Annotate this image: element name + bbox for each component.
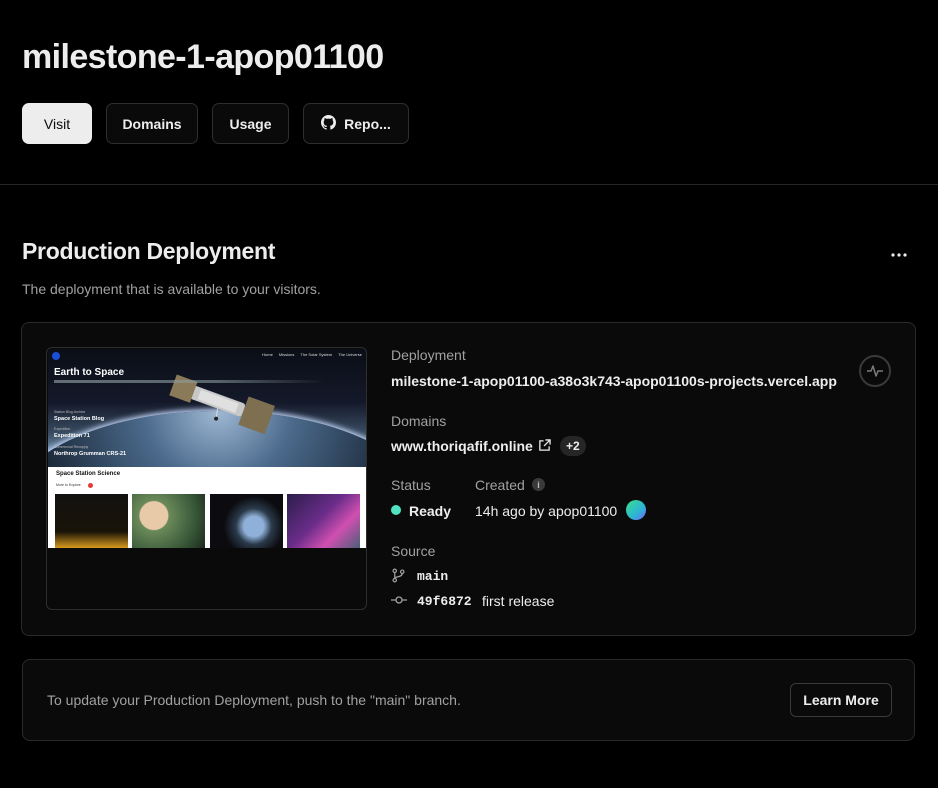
arrow-icon [88,483,93,488]
section-title: Production Deployment [22,238,276,264]
domain-link[interactable]: www.thoriqafif.online [391,438,533,454]
visit-button[interactable]: Visit [22,103,92,144]
update-notice: To update your Production Deployment, pu… [22,659,915,741]
science-thumbnail [55,494,128,548]
site-link: Expedition 71 [54,433,90,439]
science-thumbnail [132,494,205,548]
site-link-kicker: Station Blog Archive [54,410,86,414]
site-nav: Home Missions The Solar System The Unive… [262,352,362,357]
created-value: 14h ago by apop01100 [475,503,618,519]
ellipsis-icon[interactable] [885,243,913,267]
site-link-kicker: Commercial Resupply [54,445,89,449]
production-deployment-card: Home Missions The Solar System The Unive… [21,322,916,636]
site-science-section: Space Station Science More to Explore [48,467,366,548]
status-value: Ready [409,503,452,519]
repo-button-label: Repo... [344,115,391,132]
science-heading: Space Station Science [56,471,121,477]
site-nav-item: The Solar System [300,352,333,357]
site-nav-item: The Universe [338,352,362,357]
site-link: Northrop Grumman CRS-21 [54,451,127,457]
avatar[interactable] [626,500,646,520]
science-thumbnail [287,494,360,548]
commit-message: first release [482,593,555,609]
project-title: milestone-1-apop01100 [22,38,384,76]
source-label: Source [391,543,436,559]
github-icon [321,114,337,133]
header-divider [0,184,938,185]
deployment-label: Deployment [391,347,466,363]
info-icon[interactable]: i [532,478,545,491]
site-screenshot: Home Missions The Solar System The Unive… [48,349,366,548]
status-label: Status [391,477,431,493]
created-label: Created [475,477,525,493]
extra-domains-badge[interactable]: +2 [560,436,586,456]
site-link-kicker: Expedition [54,427,71,431]
usage-button[interactable]: Usage [212,103,289,144]
deployment-preview[interactable]: Home Missions The Solar System The Unive… [46,347,367,610]
nasa-logo [52,352,60,360]
learn-more-button[interactable]: Learn More [790,683,892,717]
project-actions: Visit Domains Usage Repo... [22,103,409,144]
section-subtitle: The deployment that is available to your… [22,281,321,297]
status-dot [391,505,401,515]
site-nav-item: Missions [278,352,295,357]
science-thumbnail [210,494,283,548]
notice-text: To update your Production Deployment, pu… [47,692,461,708]
commit-hash[interactable]: 49f6872 [417,594,472,609]
external-link-icon[interactable] [538,439,551,457]
science-subheading: More to Explore [56,483,81,487]
git-branch-icon [391,568,406,588]
site-heading: Earth to Space [54,367,125,378]
site-link: Space Station Blog [54,416,105,422]
site-nav-item: Home [262,352,273,357]
site-intro-text [54,380,324,383]
activity-pulse-icon[interactable] [859,355,891,387]
site-hero: Home Missions The Solar System The Unive… [48,349,366,467]
git-commit-icon [391,593,407,612]
branch-name[interactable]: main [417,569,448,584]
domains-button[interactable]: Domains [106,103,198,144]
deployment-url[interactable]: milestone-1-apop01100-a38o3k743-apop0110… [391,373,837,389]
repo-button[interactable]: Repo... [303,103,409,144]
domains-label: Domains [391,413,447,429]
